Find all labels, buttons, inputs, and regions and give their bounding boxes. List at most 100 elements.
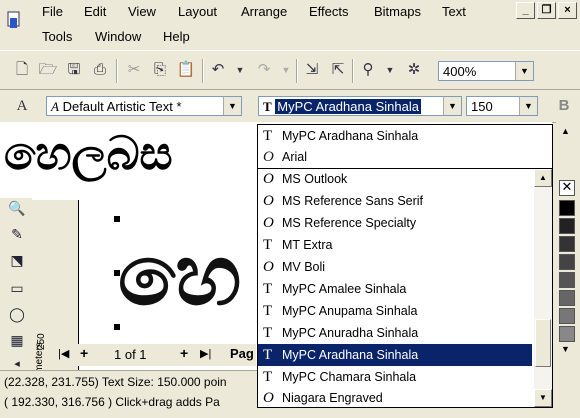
first-page-icon[interactable]: |◀ (58, 347, 69, 360)
text-preview-area: හෙලබස (0, 122, 292, 198)
scrollbar-thumb[interactable] (535, 319, 551, 367)
zoom-combo[interactable]: 400% ▼ (438, 61, 534, 81)
chevron-down-icon[interactable]: ▼ (519, 97, 537, 115)
scroll-down-icon[interactable]: ▼ (534, 389, 552, 407)
page-navigator: |◀ + 1 of 1 + ▶| Pag (52, 344, 256, 366)
no-color-swatch[interactable]: ✕ (559, 180, 575, 196)
recent-font-item[interactable]: T MyPC Aradhana Sinhala (258, 125, 532, 147)
status-line-1: (22.328, 231.755) Text Size: 150.000 poi… (4, 375, 227, 389)
font-item-selected[interactable]: T MyPC Aradhana Sinhala (258, 344, 532, 366)
menu-help[interactable]: Help (163, 29, 190, 44)
swatch-black[interactable] (559, 200, 575, 216)
chevron-down-icon[interactable]: ▼ (223, 97, 241, 115)
add-page-icon[interactable]: + (180, 345, 188, 361)
swatch-gray[interactable] (559, 272, 575, 288)
paste-icon[interactable]: 📋 (176, 60, 196, 80)
swatch-gray[interactable] (559, 218, 575, 234)
freehand-tool-icon[interactable]: ✎ (6, 224, 28, 244)
page-count: 1 of 1 (114, 347, 147, 362)
truetype-icon: T (263, 325, 273, 341)
font-size-value: 150 (471, 99, 493, 114)
import-icon[interactable]: ⇲ (302, 60, 322, 80)
truetype-icon: T (263, 369, 273, 385)
table-tool-icon[interactable]: ▦ (6, 330, 28, 350)
add-page-icon[interactable]: + (80, 345, 88, 361)
document-text[interactable]: හෙ (118, 226, 241, 325)
font-item[interactable]: T MT Extra (258, 234, 532, 256)
text-style-combo[interactable]: A Default Artistic Text * ▼ (46, 96, 242, 116)
swatch-gray[interactable] (559, 254, 575, 270)
swatch-gray[interactable] (559, 236, 575, 252)
undo-icon[interactable]: ↶ (208, 60, 228, 80)
minimize-button[interactable]: _ (516, 2, 535, 19)
menu-bitmaps[interactable]: Bitmaps (374, 4, 421, 19)
swatch-gray[interactable] (559, 290, 575, 306)
zoom-value: 400% (443, 64, 477, 79)
chevron-down-icon[interactable]: ▼ (443, 97, 461, 115)
swatch-gray[interactable] (559, 308, 575, 324)
corel-online-icon[interactable]: ✲ (404, 60, 424, 80)
menu-layout[interactable]: Layout (178, 4, 217, 19)
ellipse-tool-icon[interactable]: ◯ (6, 304, 28, 324)
font-item[interactable]: O Niagara Engraved (258, 387, 532, 409)
cut-icon[interactable]: ✂ (124, 60, 144, 80)
font-dropdown-list[interactable]: T MyPC Aradhana Sinhala O Arial O MS Outl… (257, 124, 553, 408)
toolbar-separator (202, 59, 204, 83)
text-tool-icon: A (16, 98, 28, 114)
scroll-down-icon[interactable]: ▼ (561, 344, 570, 354)
font-item[interactable]: O MS Reference Sans Serif (258, 190, 532, 212)
page-tab[interactable]: Pag (230, 346, 254, 361)
new-document-icon[interactable]: 🗋 (12, 60, 32, 80)
truetype-icon: T (263, 128, 273, 144)
truetype-icon: T (263, 99, 272, 114)
chevron-down-icon[interactable]: ▼ (380, 60, 400, 80)
redo-icon[interactable]: ↷ (254, 60, 274, 80)
open-icon[interactable]: 🗁 (38, 60, 58, 80)
scroll-up-icon[interactable]: ▲ (534, 169, 552, 187)
print-icon[interactable]: ⎙ (90, 60, 110, 80)
menu-view[interactable]: View (128, 4, 156, 19)
rectangle-tool-icon[interactable]: ▭ (6, 278, 28, 298)
font-item[interactable]: T MyPC Anupama Sinhala (258, 300, 532, 322)
font-item[interactable]: T MyPC Amalee Sinhala (258, 278, 532, 300)
bold-button[interactable]: B (554, 96, 574, 116)
menu-effects[interactable]: Effects (309, 4, 349, 19)
application-launcher-icon[interactable]: ⚲ (358, 60, 378, 80)
font-list-combo[interactable]: T MyPC Aradhana Sinhala ▼ (258, 96, 462, 116)
app-icon[interactable] (6, 10, 22, 32)
close-button[interactable]: × (558, 2, 577, 19)
color-palette: ▲ ✕ ▼ (556, 122, 580, 412)
ruler-tick: 250 (36, 333, 47, 350)
font-value: MyPC Aradhana Sinhala (275, 99, 421, 114)
save-icon[interactable]: 🖫 (64, 60, 84, 80)
zoom-tool-icon[interactable]: 🔍 (6, 198, 28, 218)
menu-edit[interactable]: Edit (84, 4, 106, 19)
font-item[interactable]: T MyPC Chamara Sinhala (258, 366, 532, 388)
font-size-combo[interactable]: 150 ▼ (466, 96, 538, 116)
menu-window[interactable]: Window (95, 29, 141, 44)
copy-icon[interactable]: ⎘ (150, 60, 170, 80)
menu-arrange[interactable]: Arrange (241, 4, 287, 19)
dropdown-scrollbar[interactable]: ▲ ▼ (534, 169, 552, 407)
standard-toolbar: 🗋 🗁 🖫 ⎙ ✂ ⎘ 📋 ↶ ▼ ↷ ▼ ⇲ ⇱ ⚲ ▼ ✲ 400% ▼ (0, 50, 580, 90)
restore-button[interactable]: ❐ (537, 2, 556, 19)
font-item[interactable]: O MV Boli (258, 256, 532, 278)
scroll-up-icon[interactable]: ▲ (561, 126, 570, 136)
menu-text[interactable]: Text (442, 4, 466, 19)
chevron-down-icon[interactable]: ▼ (276, 60, 296, 80)
truetype-icon: T (263, 281, 273, 297)
export-icon[interactable]: ⇱ (328, 60, 348, 80)
smart-fill-tool-icon[interactable]: ⬔ (6, 250, 28, 270)
chevron-down-icon[interactable]: ▼ (515, 62, 533, 80)
menu-tools[interactable]: Tools (42, 29, 72, 44)
opentype-icon: O (263, 193, 274, 209)
swatch-gray[interactable] (559, 326, 575, 342)
last-page-icon[interactable]: ▶| (200, 347, 211, 360)
selection-handle[interactable] (114, 216, 120, 222)
font-item[interactable]: T MyPC Anuradha Sinhala (258, 322, 532, 344)
menu-file[interactable]: File (42, 4, 63, 19)
chevron-down-icon[interactable]: ▼ (230, 60, 250, 80)
font-item[interactable]: O MS Reference Specialty (258, 212, 532, 234)
font-item[interactable]: O MS Outlook (258, 168, 532, 190)
recent-font-item[interactable]: O Arial (258, 146, 532, 168)
